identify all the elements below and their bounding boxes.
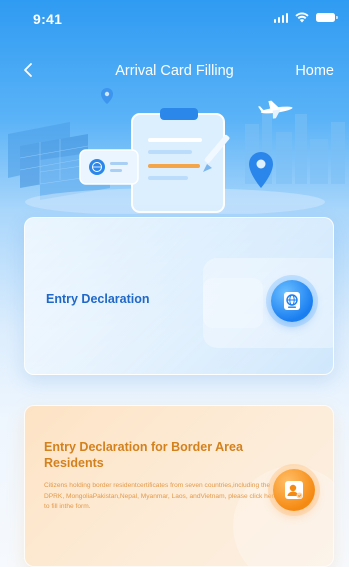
location-pin-small-icon: [101, 88, 113, 104]
status-bar: 9:41: [0, 0, 349, 36]
entry-declaration-label: Entry Declaration: [46, 292, 150, 306]
entry-declaration-card[interactable]: Entry Declaration: [24, 217, 334, 375]
border-residents-description: Citizens holding border residentcertific…: [44, 482, 278, 511]
card-decoration: [203, 278, 263, 328]
hero-illustration: [8, 88, 345, 214]
status-icons: [273, 12, 338, 23]
signal-icon: [273, 12, 288, 23]
border-residents-card[interactable]: Entry Declaration for Border Area Reside…: [24, 405, 334, 567]
passport-icon: [271, 280, 313, 322]
nav-bar: Arrival Card Filling Home: [0, 56, 349, 86]
border-residents-title: Entry Declaration for Border Area Reside…: [44, 440, 243, 470]
battery-icon: [316, 13, 338, 22]
home-button[interactable]: Home: [295, 63, 334, 79]
passport-card-icon: [79, 149, 139, 185]
wifi-icon: [295, 12, 309, 23]
resident-id-icon: [273, 469, 315, 511]
status-time: 9:41: [33, 11, 63, 27]
